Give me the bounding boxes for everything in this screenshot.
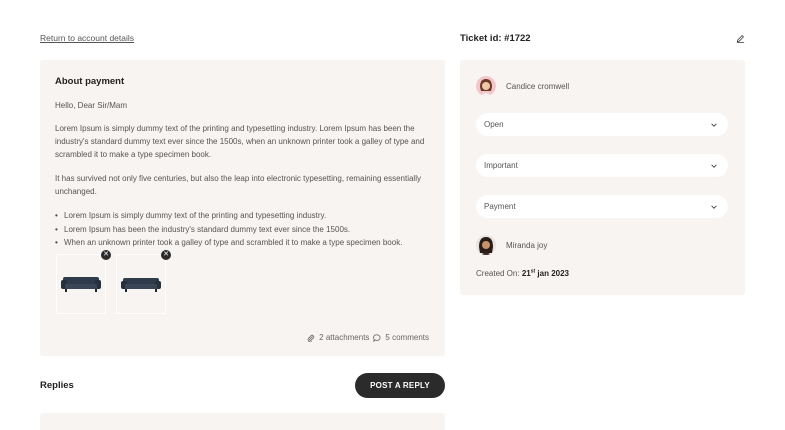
bullet-item: When an unknown printer took a galley of…	[55, 236, 430, 250]
created-suffix: st	[530, 268, 536, 275]
created-date: 21st jan 2023	[522, 269, 569, 278]
ticket-title: About payment	[55, 76, 125, 87]
ticket-details-card: Candice cromwell Open Important Payment …	[460, 60, 745, 295]
ticket-message-card: About payment Hello, Dear Sir/Mam Lorem …	[40, 60, 445, 356]
post-reply-button[interactable]: POST A REPLY	[355, 373, 445, 398]
comments-count: 5 comments	[385, 333, 429, 342]
assignee-name: Candice cromwell	[506, 81, 570, 91]
chevron-down-icon	[711, 204, 717, 209]
reporter-name: Miranda joy	[506, 240, 548, 250]
greeting-text: Hello, Dear Sir/Mam	[55, 101, 128, 110]
category-select[interactable]: Payment	[476, 195, 728, 218]
created-label: Created On:	[476, 269, 520, 278]
reply-card	[40, 413, 445, 430]
attachment-thumbnail[interactable]: ✕	[56, 250, 111, 314]
bullet-item: Lorem Ipsum is simply dummy text of the …	[55, 209, 430, 223]
message-bullet-list: Lorem Ipsum is simply dummy text of the …	[55, 209, 430, 250]
replies-heading: Replies	[40, 380, 74, 391]
status-select[interactable]: Open	[476, 113, 728, 136]
attachments-count: 2 attachments	[319, 333, 370, 342]
assignee: Candice cromwell	[476, 76, 569, 96]
sofa-image-icon	[121, 278, 161, 292]
attachment-thumbnail[interactable]: ✕	[116, 250, 171, 314]
category-value: Payment	[484, 202, 516, 211]
created-on: Created On: 21st jan 2023	[476, 269, 569, 278]
reporter: Miranda joy	[476, 235, 547, 255]
paperclip-icon	[307, 334, 315, 342]
pencil-icon[interactable]	[736, 34, 745, 43]
comment-icon	[373, 333, 381, 342]
chevron-down-icon	[711, 163, 717, 168]
ticket-id-label: Ticket id:	[460, 33, 502, 44]
chevron-down-icon	[711, 122, 717, 127]
status-value: Open	[484, 120, 504, 129]
created-rest: jan 2023	[537, 269, 569, 278]
remove-attachment-button[interactable]: ✕	[101, 250, 111, 260]
ticket-id-heading: Ticket id: #1722	[460, 33, 531, 44]
return-to-account-link[interactable]: Return to account details	[40, 33, 134, 43]
ticket-id-value: #1722	[504, 33, 531, 44]
priority-select[interactable]: Important	[476, 154, 728, 177]
priority-value: Important	[484, 161, 518, 170]
message-paragraph-2: It has survived not only five centuries,…	[55, 174, 421, 196]
avatar	[476, 76, 496, 96]
remove-attachment-button[interactable]: ✕	[161, 250, 171, 260]
created-day: 21	[521, 269, 531, 278]
bullet-item: Lorem Ipsum has been the industry's stan…	[55, 223, 430, 237]
ticket-meta: 2 attachments 5 comments	[307, 333, 429, 342]
sofa-image-icon	[61, 277, 101, 292]
avatar	[476, 235, 496, 255]
message-paragraph-1: Lorem Ipsum is simply dummy text of the …	[55, 124, 425, 159]
attachment-thumbnails: ✕ ✕	[56, 250, 171, 314]
